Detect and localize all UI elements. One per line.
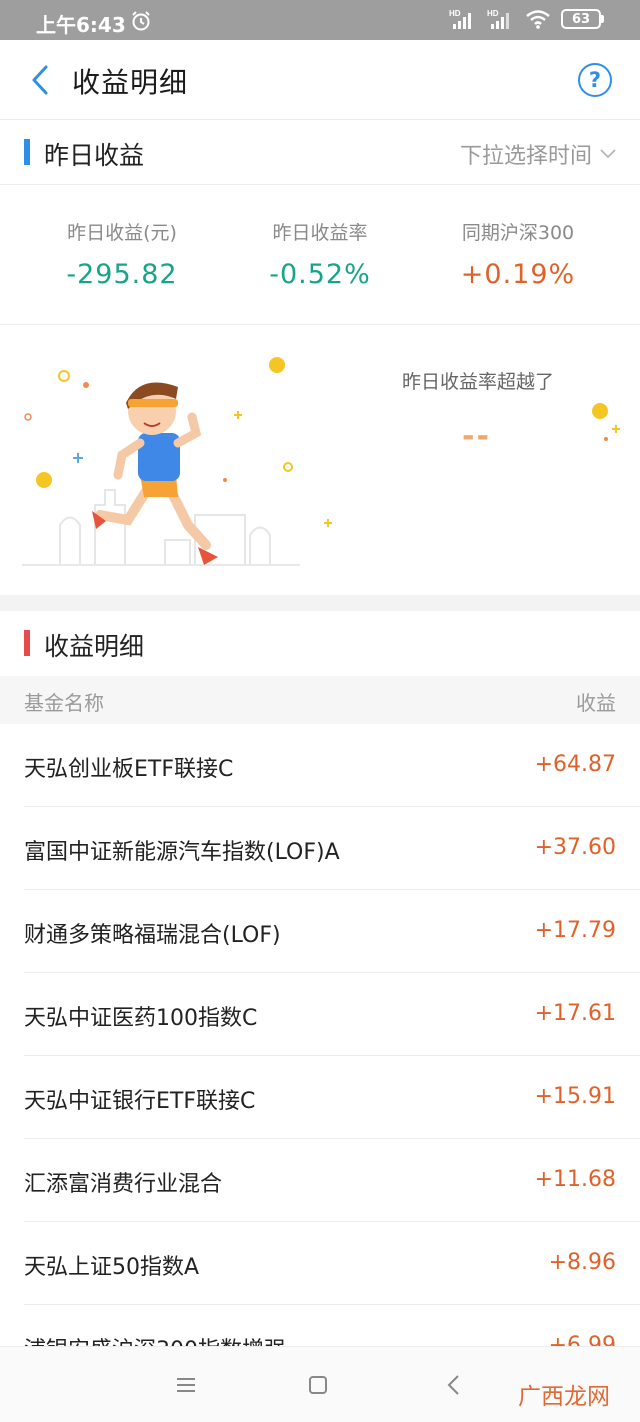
stat-value: -295.82: [66, 259, 178, 290]
battery-level: 63: [561, 9, 601, 29]
fund-row[interactable]: 富国中证新能源汽车指数(LOF)A +37.60: [0, 807, 640, 890]
hd-signal-icon: HD: [487, 9, 509, 29]
runner-illustration: [22, 357, 332, 566]
fund-row[interactable]: 财通多策略福瑞混合(LOF) +17.79: [0, 890, 640, 973]
status-icons: HD HD 63: [449, 8, 604, 30]
fund-name: 汇添富消费行业混合: [24, 1172, 223, 1197]
rank-caption: 昨日收益率超越了: [402, 371, 555, 393]
menu-button[interactable]: [168, 1369, 204, 1401]
system-nav-bar: 广西龙网: [0, 1346, 640, 1422]
chevron-left-icon: [32, 65, 48, 95]
app-bar: 收益明细 ?: [0, 40, 640, 120]
yesterday-stats: 昨日收益(元) -295.82 昨日收益率 -0.52% 同期沪深300 +0.…: [0, 200, 640, 320]
detail-section-header: 收益明细: [0, 611, 640, 676]
menu-icon: [177, 1378, 195, 1392]
chevron-down-icon: [600, 149, 616, 159]
section-title: 收益明细: [44, 632, 145, 661]
alarm-icon: [132, 11, 150, 31]
fund-name: 富国中证新能源汽车指数(LOF)A: [24, 840, 340, 865]
fund-profit: +11.68: [534, 1167, 616, 1192]
section-accent-bar: [24, 630, 30, 656]
divider: [0, 184, 640, 185]
stat-yesterday-rate: 昨日收益率 -0.52%: [220, 218, 420, 290]
stat-value: +0.19%: [460, 259, 576, 290]
fund-row[interactable]: 汇添富消费行业混合 +11.68: [0, 1139, 640, 1222]
rank-banner: 昨日收益率超越了 --: [0, 325, 640, 595]
fund-name: 天弘上证50指数A: [24, 1255, 200, 1280]
fund-row[interactable]: 天弘上证50指数A +8.96: [0, 1222, 640, 1305]
fund-profit: +8.96: [548, 1250, 616, 1275]
watermark: 广西龙网: [518, 1384, 610, 1410]
stat-yesterday-profit: 昨日收益(元) -295.82: [22, 218, 222, 290]
svg-text:HD: HD: [487, 9, 499, 18]
status-time: 上午6:43: [36, 13, 126, 37]
stat-label: 昨日收益(元): [67, 222, 177, 244]
fund-row[interactable]: 天弘中证医药100指数C +17.61: [0, 973, 640, 1056]
stat-hs300: 同期沪深300 +0.19%: [418, 218, 618, 290]
page-title: 收益明细: [72, 66, 189, 99]
section-title: 昨日收益: [44, 141, 145, 170]
section-accent-bar: [24, 139, 30, 165]
stat-label: 同期沪深300: [461, 222, 575, 244]
fund-profit: +15.91: [534, 1084, 616, 1109]
table-header: 基金名称 收益: [0, 676, 640, 724]
stat-value: -0.52%: [269, 259, 371, 290]
fund-name: 天弘创业板ETF联接C: [24, 757, 234, 782]
rank-value: --: [462, 419, 491, 454]
fund-profit: +17.79: [534, 918, 616, 943]
home-square-icon: [309, 1376, 327, 1394]
stat-label: 昨日收益率: [272, 222, 368, 244]
fund-row[interactable]: 天弘中证银行ETF联接C +15.91: [0, 1056, 640, 1139]
section-separator: [0, 595, 640, 611]
wifi-icon: [526, 10, 550, 29]
fund-profit: +37.60: [534, 835, 616, 860]
help-button[interactable]: ?: [578, 63, 612, 97]
battery-indicator: 63: [561, 9, 604, 29]
back-triangle-icon: [447, 1375, 459, 1395]
coin-icon: [592, 403, 620, 441]
fund-row[interactable]: 天弘创业板ETF联接C +64.87: [0, 724, 640, 807]
column-header-name: 基金名称: [24, 691, 104, 715]
svg-text:HD: HD: [449, 9, 461, 18]
fund-name: 天弘中证医药100指数C: [24, 1006, 258, 1031]
status-bar: 上午6:43 HD HD 63: [0, 0, 640, 40]
time-picker-dropdown[interactable]: 下拉选择时间: [460, 138, 616, 170]
fund-profit: +17.61: [534, 1001, 616, 1026]
system-back-button[interactable]: [436, 1369, 472, 1401]
yesterday-section-header: 昨日收益 下拉选择时间: [0, 120, 640, 184]
fund-name: 财通多策略福瑞混合(LOF): [24, 923, 281, 948]
column-header-profit: 收益: [576, 691, 616, 715]
home-button[interactable]: [300, 1369, 336, 1401]
time-picker-label: 下拉选择时间: [459, 144, 592, 169]
fund-name: 天弘中证银行ETF联接C: [24, 1089, 256, 1114]
back-button[interactable]: [18, 58, 62, 102]
fund-list: 天弘创业板ETF联接C +64.87 富国中证新能源汽车指数(LOF)A +37…: [0, 724, 640, 1388]
hd-signal-icon: HD: [449, 9, 471, 29]
fund-profit: +64.87: [534, 752, 616, 777]
